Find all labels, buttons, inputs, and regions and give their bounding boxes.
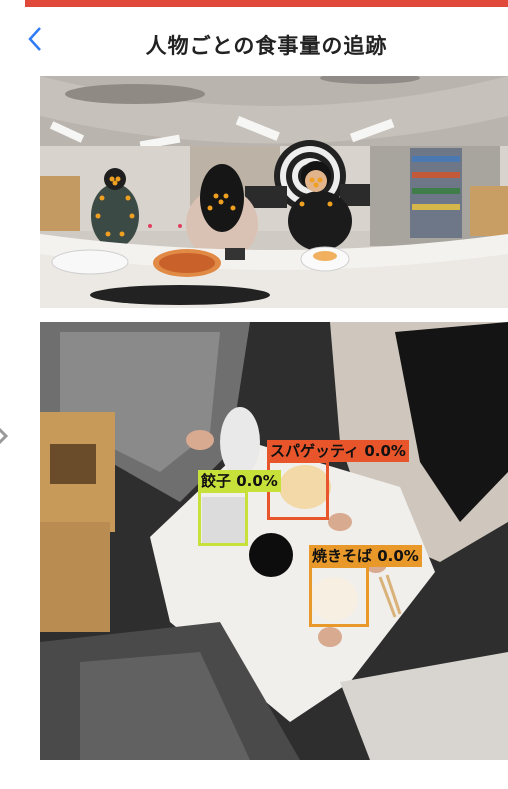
topdown-image: スパゲッティ 0.0% 餃子 0.0% 焼きそば 0.0% <box>40 322 508 760</box>
header: 人物ごとの食事量の追跡 <box>25 10 508 72</box>
detection-box-gyoza <box>198 490 248 546</box>
detection-box-yakisoba <box>309 565 369 627</box>
chevron-right-icon[interactable] <box>0 424 10 448</box>
detection-label-spaghetti: スパゲッティ 0.0% <box>267 440 409 462</box>
detection-label-gyoza: 餃子 0.0% <box>198 470 281 492</box>
detection-label-yakisoba: 焼きそば 0.0% <box>309 545 422 567</box>
panorama-image <box>40 76 508 308</box>
page-title: 人物ごとの食事量の追跡 <box>145 34 388 58</box>
top-accent-bar <box>25 0 508 7</box>
